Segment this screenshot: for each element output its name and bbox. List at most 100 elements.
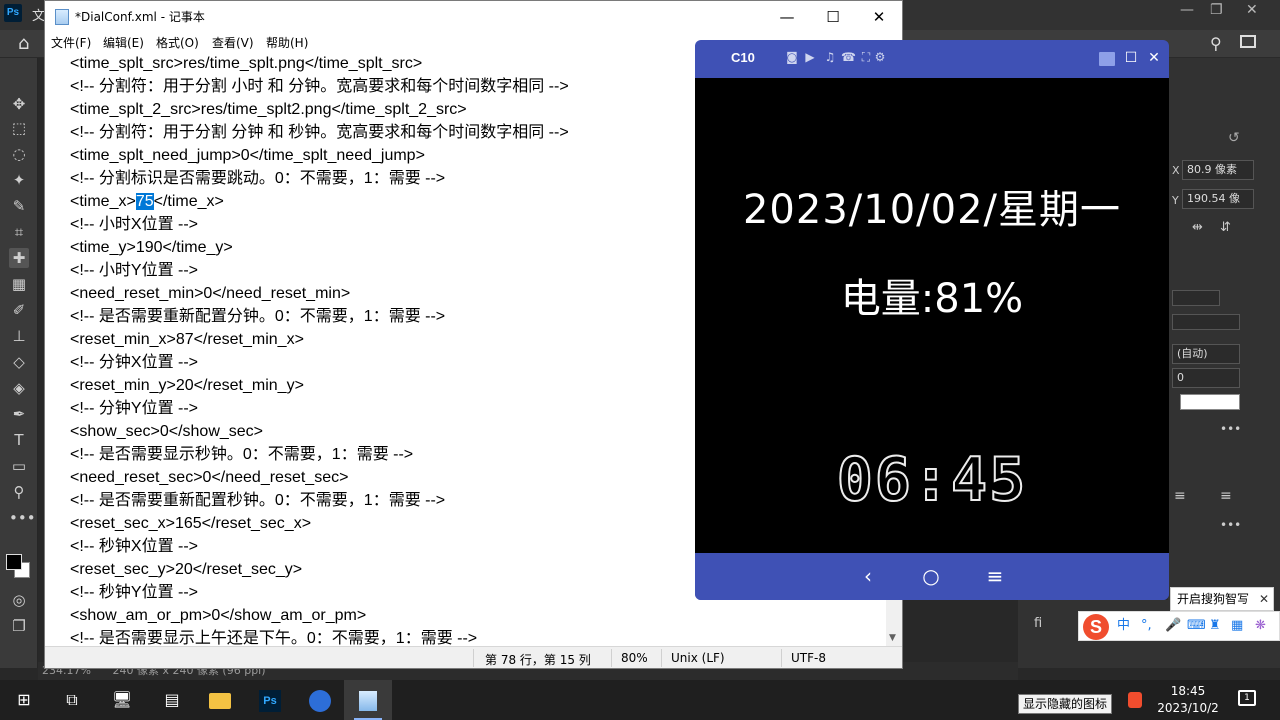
- system-clock[interactable]: 18:45 2023/10/2: [1148, 683, 1228, 717]
- emulator-window: C10 ◙ ▶ ♫ ☎ ⛶ ⚙ ☐ ✕ 2023/10/02/星期一 电量:81…: [695, 40, 1169, 600]
- text-line: <reset_sec_y>20</reset_sec_y>: [70, 561, 303, 578]
- paint-bucket-icon[interactable]: ◈: [9, 378, 29, 398]
- headphone-icon[interactable]: ♫: [823, 50, 837, 64]
- align-right-icon[interactable]: ≡: [1220, 488, 1232, 504]
- color-swatch-white[interactable]: [1180, 394, 1240, 410]
- notepad-icon: [55, 9, 69, 25]
- vpn-app-icon[interactable]: [296, 680, 344, 720]
- text-line-time-x: <time_x>75</time_x>: [70, 190, 224, 213]
- stamp-tool-icon[interactable]: ⊥: [9, 326, 29, 346]
- home-circle-icon[interactable]: ○: [919, 564, 943, 588]
- sogou-punct-toggle[interactable]: °,: [1141, 618, 1152, 634]
- more-options-icon-2[interactable]: •••: [1220, 518, 1241, 532]
- sogou-logo[interactable]: S: [1083, 614, 1109, 640]
- phone-icon[interactable]: ☎: [841, 50, 856, 64]
- brush-tool-icon[interactable]: ✐: [9, 300, 29, 320]
- windows-start-icon[interactable]: ⊞: [0, 680, 48, 720]
- home-icon[interactable]: ⌂: [18, 33, 29, 54]
- text-line: <!-- 是否需要重新配置分钟。0：不需要，1：需要 -->: [70, 308, 446, 325]
- minimize-icon[interactable]: —: [764, 4, 810, 30]
- x-position-field[interactable]: 80.9 像素: [1182, 160, 1254, 180]
- quick-select-icon[interactable]: ✎: [9, 196, 29, 216]
- emulator-minimize-icon[interactable]: [1099, 52, 1115, 66]
- magic-wand-icon[interactable]: ✦: [9, 170, 29, 190]
- screen-mode-icon[interactable]: ❐: [9, 616, 29, 636]
- blank-dropdown-1[interactable]: [1172, 290, 1220, 306]
- ps-restore-icon[interactable]: ❐: [1210, 2, 1223, 18]
- auto-dropdown[interactable]: (自动): [1172, 344, 1240, 364]
- patch-tool-icon[interactable]: ▦: [9, 274, 29, 294]
- flip-horizontal-icon[interactable]: ⇹: [1192, 220, 1203, 235]
- menu-help[interactable]: 帮助(H): [266, 34, 308, 51]
- eraser-tool-icon[interactable]: ◇: [9, 352, 29, 372]
- app-icon[interactable]: ▤: [148, 680, 196, 720]
- back-icon[interactable]: ‹: [856, 564, 880, 588]
- reset-icon[interactable]: ↺: [1228, 130, 1240, 146]
- line-ending: Unix (LF): [671, 651, 725, 665]
- close-icon[interactable]: ✕: [856, 4, 902, 30]
- blank-dropdown-2[interactable]: [1172, 314, 1240, 330]
- workspace-icon[interactable]: [1240, 35, 1256, 48]
- photoshop-properties-panel: ↺ X 80.9 像素 Y 190.54 像 ⇹ ⇵ (自动) 0 ••• ≡ …: [1168, 58, 1280, 668]
- foreground-color-swatch[interactable]: [6, 554, 22, 570]
- type-tool-icon[interactable]: T: [9, 430, 29, 450]
- healing-brush-icon[interactable]: ✚: [9, 248, 29, 268]
- settings-icon[interactable]: ⚙: [873, 50, 887, 64]
- flip-vertical-icon[interactable]: ⇵: [1220, 220, 1231, 235]
- sogou-tip-close-icon[interactable]: ✕: [1259, 588, 1269, 610]
- align-center-icon[interactable]: ≡: [1174, 488, 1186, 504]
- skin-icon[interactable]: ♜: [1209, 618, 1221, 634]
- watch-date: 2023/10/02/星期一: [742, 187, 1122, 233]
- fullscreen-icon[interactable]: ⛶: [859, 50, 873, 64]
- network-app-icon[interactable]: 🖥: [98, 680, 146, 720]
- sogou-ai-icon[interactable]: ❋: [1255, 618, 1266, 634]
- more-tools-icon[interactable]: •••: [9, 508, 36, 528]
- task-view-icon[interactable]: ⧉: [48, 680, 96, 720]
- ps-minimize-icon[interactable]: —: [1180, 2, 1194, 18]
- file-explorer-icon[interactable]: [196, 680, 244, 720]
- menu-icon[interactable]: ≡: [983, 564, 1007, 588]
- sogou-toolbar: S 中 °, 🎤 ⌨ ♜ ▦ ❋: [1078, 611, 1280, 641]
- emulator-maximize-icon[interactable]: ☐: [1121, 48, 1141, 68]
- menu-file[interactable]: 文件(F): [51, 34, 91, 51]
- sogou-tip[interactable]: 开启搜狗智写 ✕: [1170, 587, 1274, 611]
- sogou-lang-toggle[interactable]: 中: [1117, 618, 1130, 634]
- emulator-nav-bar: ‹ ○ ≡: [695, 553, 1169, 600]
- scroll-down-icon[interactable]: ▼: [889, 633, 896, 643]
- photoshop-logo: Ps: [4, 4, 22, 22]
- maximize-icon[interactable]: ☐: [810, 4, 856, 30]
- text-line: <!-- 秒钟X位置 -->: [70, 538, 199, 555]
- ps-close-icon[interactable]: ✕: [1246, 2, 1258, 18]
- y-label: Y: [1172, 194, 1179, 207]
- menu-view[interactable]: 查看(V): [212, 34, 254, 51]
- notepad-titlebar[interactable]: *DialConf.xml - 记事本 — ☐ ✕: [45, 1, 902, 32]
- camera-icon[interactable]: ◙: [785, 50, 799, 64]
- zero-dropdown[interactable]: 0: [1172, 368, 1240, 388]
- notepad-taskbar-icon[interactable]: [344, 680, 392, 720]
- keyboard-icon[interactable]: ⌨: [1187, 618, 1206, 634]
- sogou-tray-icon[interactable]: [1128, 692, 1142, 708]
- y-position-field[interactable]: 190.54 像: [1182, 189, 1254, 209]
- shape-tool-icon[interactable]: ▭: [9, 456, 29, 476]
- emulator-close-icon[interactable]: ✕: [1144, 48, 1164, 68]
- notepad-status-bar: 第 78 行，第 15 列 80% Unix (LF) UTF-8: [45, 646, 902, 668]
- quick-mask-icon[interactable]: ◎: [9, 590, 29, 610]
- menu-format[interactable]: 格式(O): [156, 34, 199, 51]
- zoom-tool-icon[interactable]: ⚲: [9, 482, 29, 502]
- search-icon[interactable]: ⚲: [1210, 34, 1222, 53]
- more-options-icon[interactable]: •••: [1220, 422, 1241, 436]
- ligature-label[interactable]: fi: [1034, 616, 1042, 631]
- move-tool-icon[interactable]: ✥: [9, 94, 29, 114]
- toolbox-icon[interactable]: ▦: [1231, 618, 1243, 634]
- text-line: <show_sec>0</show_sec>: [70, 423, 264, 440]
- pen-tool-icon[interactable]: ✒: [9, 404, 29, 424]
- menu-edit[interactable]: 编辑(E): [103, 34, 144, 51]
- marquee-tool-icon[interactable]: ⬚: [9, 118, 29, 138]
- photoshop-taskbar-icon[interactable]: Ps: [246, 680, 294, 720]
- lasso-tool-icon[interactable]: ◌: [9, 144, 29, 164]
- video-icon[interactable]: ▶: [803, 50, 817, 64]
- crop-tool-icon[interactable]: ⌗: [9, 222, 29, 242]
- text-line: <need_reset_sec>0</need_reset_sec>: [70, 469, 349, 486]
- microphone-icon[interactable]: 🎤: [1165, 618, 1181, 634]
- notification-icon[interactable]: 1: [1238, 690, 1256, 706]
